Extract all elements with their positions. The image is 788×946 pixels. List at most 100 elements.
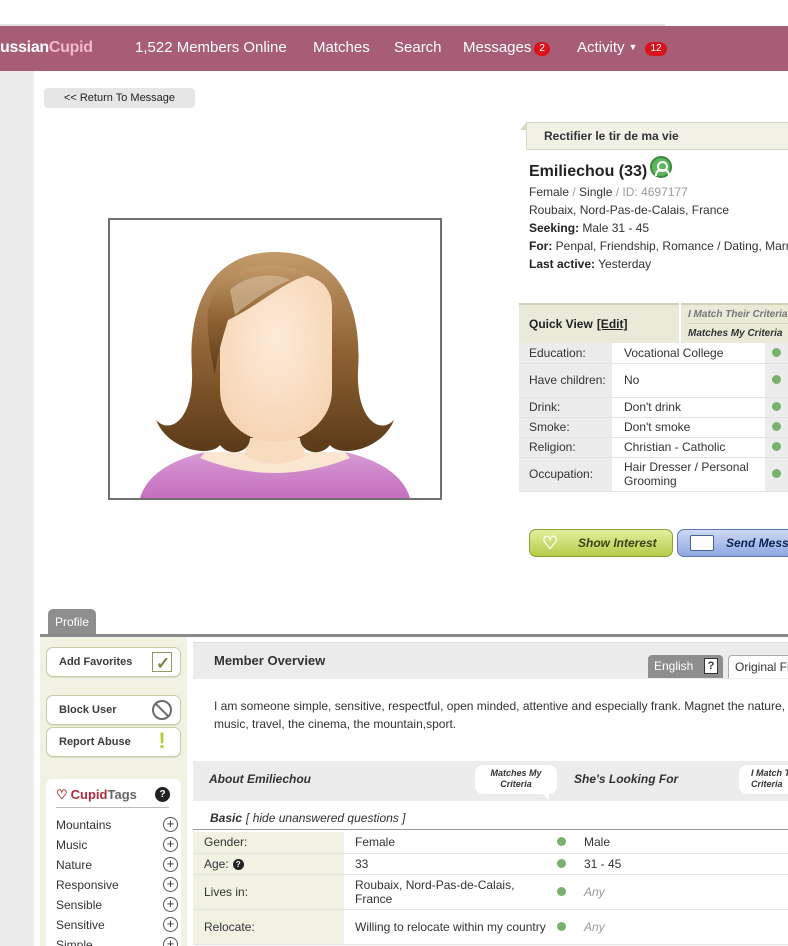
- last-active-value: Yesterday: [598, 257, 652, 271]
- add-favorites-button[interactable]: Add Favorites: [46, 647, 181, 678]
- detail-label: Relocate:: [193, 909, 344, 945]
- match-dot-icon: [557, 837, 566, 847]
- cupidtag-label: Music: [56, 838, 88, 852]
- nav-messages-label: Messages: [463, 39, 532, 56]
- quick-view-table: Education: Vocational College Have childr…: [519, 343, 788, 492]
- cupidtags-title-part1: Cupid: [70, 787, 108, 802]
- overview-text-line: music, travel, the cinema, the mountain,…: [214, 717, 457, 731]
- quick-view-criteria-header: I Match Their Criteria Matches My Criter…: [681, 303, 788, 343]
- browser-top-strip: [0, 0, 788, 26]
- profile-photo[interactable]: [108, 218, 442, 500]
- plus-circle-icon[interactable]: +: [163, 817, 178, 832]
- profile-headline: Rectifier le tir de ma vie: [520, 122, 788, 150]
- quick-view-header: Quick View [Edit]: [519, 303, 679, 343]
- detail-row: Lives in: Roubaix, Nord-Pas-de-Calais, Fr…: [193, 874, 788, 910]
- return-to-message-button[interactable]: << Return To Message: [44, 88, 195, 108]
- about-member-title: About Emiliechou: [209, 772, 311, 786]
- site-logo[interactable]: ussianCupid: [0, 39, 93, 57]
- cupidtag-label: Nature: [56, 858, 93, 872]
- qv-value: Don't smoke: [612, 417, 765, 438]
- block-icon: [152, 700, 172, 720]
- block-user-button[interactable]: Block User: [46, 695, 181, 725]
- nav-members-online[interactable]: 1,522 Members Online: [135, 39, 287, 56]
- about-header-bar: About Emiliechou Matches My Criteria She…: [193, 761, 788, 801]
- matches-my-criteria: Matches My Criteria: [688, 328, 783, 339]
- help-icon[interactable]: ?: [704, 658, 718, 674]
- cupidtags-title: ♡ CupidTags: [56, 787, 137, 803]
- qv-label: Education:: [519, 343, 612, 364]
- detail-row: Gender: Female Male: [193, 832, 788, 854]
- avatar-placeholder-icon: [140, 252, 410, 498]
- speech-bubble-icon: [690, 535, 714, 551]
- heart-icon: ♡: [56, 787, 68, 802]
- quick-view-row: Have children: No: [519, 363, 788, 398]
- cupidtag-item: Simple +: [56, 936, 180, 946]
- qv-label: Religion:: [519, 437, 612, 458]
- detail-value: Willing to relocate within my country: [344, 909, 549, 945]
- qv-value: No: [612, 363, 765, 398]
- cupidtag-item: Nature +: [56, 856, 180, 874]
- matches-my-criteria-bubble: Matches My Criteria: [475, 765, 557, 800]
- quick-view-row: Occupation: Hair Dresser / Personal Groom…: [519, 457, 788, 492]
- quick-view-edit-link[interactable]: [Edit]: [597, 317, 628, 331]
- show-interest-label: Show Interest: [578, 536, 657, 550]
- plus-circle-icon[interactable]: +: [163, 917, 178, 932]
- checkbox-icon: [152, 650, 172, 678]
- help-icon[interactable]: ?: [155, 787, 170, 802]
- detail-seek: Any: [574, 909, 788, 945]
- overview-text-line: I am someone simple, sensitive, respectf…: [214, 699, 785, 713]
- detail-row: Relocate: Willing to relocate within my c…: [193, 909, 788, 945]
- hide-unanswered-link[interactable]: [ hide unanswered questions ]: [246, 811, 405, 825]
- match-dot-icon: [772, 442, 781, 451]
- profile-for: For: Penpal, Friendship, Romance / Datin…: [529, 239, 788, 253]
- plus-circle-icon[interactable]: +: [163, 857, 178, 872]
- last-active-label: Last active:: [529, 257, 596, 271]
- top-nav-bar: ussianCupid 1,522 Members Online Matches…: [0, 26, 788, 71]
- qv-label: Smoke:: [519, 417, 612, 438]
- detail-value: Roubaix, Nord-Pas-de-Calais, France: [344, 874, 549, 910]
- plus-circle-icon[interactable]: +: [163, 877, 178, 892]
- nav-search[interactable]: Search: [394, 39, 442, 56]
- cupidtag-label: Sensible: [56, 898, 103, 912]
- left-gutter: [0, 71, 34, 946]
- match-dot-icon: [772, 402, 781, 411]
- match-dot-icon: [772, 469, 781, 478]
- qv-label: Occupation:: [519, 457, 612, 492]
- report-abuse-button[interactable]: Report Abuse!: [46, 727, 181, 757]
- nav-messages[interactable]: Messages 2: [463, 39, 550, 56]
- looking-for-title: She's Looking For: [574, 772, 679, 786]
- profile-seeking: Seeking: Male 31 - 45: [529, 221, 649, 235]
- send-message-button[interactable]: Send Message: [677, 529, 788, 557]
- plus-circle-icon[interactable]: +: [163, 837, 178, 852]
- block-user-label: Block User: [59, 704, 117, 716]
- cupidtag-item: Sensible +: [56, 896, 180, 914]
- cupidtag-label: Responsive: [56, 878, 119, 892]
- plus-circle-icon[interactable]: +: [163, 897, 178, 912]
- help-icon[interactable]: ?: [232, 858, 244, 870]
- cupidtag-item: Responsive +: [56, 876, 180, 894]
- basic-title: Basic: [210, 811, 243, 825]
- profile-gender: Female: [529, 185, 570, 199]
- qv-label: Have children:: [519, 363, 612, 398]
- match-dot-icon: [772, 347, 781, 357]
- basic-section-header: Basic[ hide unanswered questions ]: [193, 808, 788, 830]
- show-interest-button[interactable]: ♡ Show Interest: [529, 529, 673, 557]
- logo-part1: ussian: [0, 39, 49, 56]
- detail-label: Gender:: [193, 832, 344, 854]
- detail-label-cell: Age:?: [193, 853, 344, 875]
- plus-circle-icon[interactable]: +: [163, 937, 178, 946]
- nav-activity[interactable]: Activity ▼ 12: [577, 39, 667, 56]
- tab-original-french[interactable]: Original French: [728, 655, 788, 678]
- detail-seek: Male: [574, 832, 788, 854]
- messages-count-badge: 2: [534, 42, 550, 56]
- detail-value: 33: [344, 853, 549, 875]
- qv-label: Drink:: [519, 397, 612, 418]
- activity-count-badge: 12: [645, 42, 667, 56]
- qv-value: Hair Dresser / Personal Grooming: [612, 457, 765, 492]
- match-dot-icon: [557, 886, 566, 896]
- nav-activity-label: Activity: [577, 39, 625, 56]
- tab-english[interactable]: English?: [648, 655, 723, 678]
- tab-profile[interactable]: Profile: [48, 609, 96, 636]
- nav-matches[interactable]: Matches: [313, 39, 370, 56]
- i-match-their-criteria-bubble: I Match Their Criteria: [739, 765, 788, 794]
